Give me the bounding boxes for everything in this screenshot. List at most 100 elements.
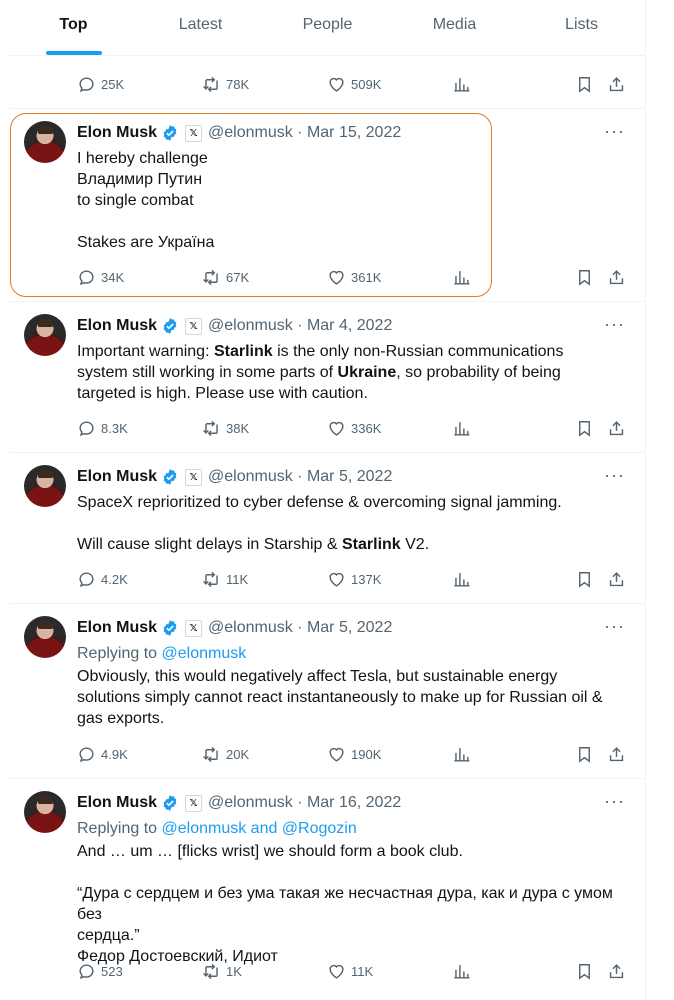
- replying-to-link[interactable]: @elonmusk: [162, 645, 247, 662]
- bookmark-icon: [575, 745, 594, 764]
- repost-button[interactable]: 78K: [202, 75, 249, 94]
- author-name[interactable]: Elon Musk: [77, 124, 157, 142]
- tweet-text: I hereby challenge Владимир Путин to sin…: [77, 148, 631, 253]
- share-button[interactable]: [607, 268, 626, 287]
- bookmark-button[interactable]: [575, 419, 594, 438]
- replying-to-label: Replying to: [77, 820, 162, 837]
- reply-button[interactable]: 4.2K: [77, 570, 128, 589]
- views-button[interactable]: [452, 75, 471, 94]
- author-name[interactable]: Elon Musk: [77, 794, 157, 812]
- views-button[interactable]: [452, 419, 471, 438]
- tab-lists[interactable]: Lists: [518, 0, 645, 55]
- tweet-text-line: Владимир Путин: [77, 171, 203, 188]
- author-name[interactable]: Elon Musk: [77, 468, 157, 486]
- reply-button[interactable]: 34K: [77, 268, 124, 287]
- tweet[interactable]: Elon Musk 𝕏 @elonmusk · Mar 5, 2022 ··· …: [10, 604, 645, 779]
- like-button[interactable]: 11K: [327, 962, 373, 981]
- views-button[interactable]: [452, 962, 471, 981]
- tweet-date[interactable]: Mar 16, 2022: [307, 794, 401, 811]
- tweet-text-line: Stakes are Україна: [77, 234, 215, 251]
- avatar[interactable]: [24, 314, 66, 356]
- avatar[interactable]: [24, 121, 66, 163]
- x-affiliation-icon[interactable]: 𝕏: [185, 619, 203, 637]
- author-handle[interactable]: @elonmusk: [208, 317, 293, 334]
- tweet-previous[interactable]: 25K 78K 509K: [10, 56, 645, 109]
- tab-top[interactable]: Top: [10, 0, 137, 55]
- tweet-text-line: system still working in some parts of Uk…: [77, 362, 631, 383]
- x-affiliation-icon[interactable]: 𝕏: [185, 468, 203, 486]
- tab-latest[interactable]: Latest: [137, 0, 264, 55]
- like-button[interactable]: 361K: [327, 268, 381, 287]
- heart-icon: [327, 570, 346, 589]
- search-tabs: Top Latest People Media Lists: [10, 0, 645, 56]
- replying-to-label: Replying to: [77, 645, 162, 662]
- tweet[interactable]: Elon Musk 𝕏 @elonmusk · Mar 15, 2022 ···…: [10, 109, 645, 302]
- verified-badge-icon: [161, 124, 179, 142]
- bookmark-button[interactable]: [575, 745, 594, 764]
- repost-count: 1K: [226, 963, 242, 979]
- tweet[interactable]: Elon Musk 𝕏 @elonmusk · Mar 16, 2022 ···…: [10, 779, 645, 1000]
- repost-button[interactable]: 20K: [202, 745, 249, 764]
- repost-button[interactable]: 38K: [202, 419, 249, 438]
- views-button[interactable]: [452, 268, 471, 287]
- tweet-date[interactable]: Mar 4, 2022: [307, 317, 392, 334]
- like-button[interactable]: 137K: [327, 570, 381, 589]
- author-handle[interactable]: @elonmusk: [208, 794, 293, 811]
- share-button[interactable]: [607, 745, 626, 764]
- share-button[interactable]: [607, 419, 626, 438]
- tweet-header: Elon Musk 𝕏 @elonmusk · Mar 15, 2022: [77, 123, 631, 143]
- views-button[interactable]: [452, 570, 471, 589]
- bookmark-button[interactable]: [575, 268, 594, 287]
- share-button[interactable]: [607, 962, 626, 981]
- author-name[interactable]: Elon Musk: [77, 619, 157, 637]
- x-affiliation-icon[interactable]: 𝕏: [185, 317, 203, 335]
- views-button[interactable]: [452, 745, 471, 764]
- verified-badge-icon: [161, 794, 179, 812]
- bookmark-button[interactable]: [575, 962, 594, 981]
- more-options-icon[interactable]: ···: [604, 315, 625, 333]
- reply-button[interactable]: 523: [77, 962, 123, 981]
- tweet-text: Obviously, this would negatively affect …: [77, 666, 631, 729]
- repost-button[interactable]: 1K: [202, 962, 242, 981]
- tweet-meta: @elonmusk · Mar 16, 2022: [208, 794, 402, 811]
- reply-button[interactable]: 8.3K: [77, 419, 128, 438]
- tweet-date[interactable]: Mar 5, 2022: [307, 619, 392, 636]
- tweet[interactable]: Elon Musk 𝕏 @elonmusk · Mar 4, 2022 ··· …: [10, 302, 645, 453]
- author-handle[interactable]: @elonmusk: [208, 124, 293, 141]
- bookmark-button[interactable]: [575, 570, 594, 589]
- tweet[interactable]: Elon Musk 𝕏 @elonmusk · Mar 5, 2022 ··· …: [10, 453, 645, 604]
- more-options-icon[interactable]: ···: [604, 466, 625, 484]
- like-button[interactable]: 336K: [327, 419, 381, 438]
- x-affiliation-icon[interactable]: 𝕏: [185, 794, 203, 812]
- author-handle[interactable]: @elonmusk: [208, 619, 293, 636]
- avatar[interactable]: [24, 791, 66, 833]
- text-bold-segment: Starlink: [213, 343, 273, 360]
- like-button[interactable]: 190K: [327, 745, 381, 764]
- tweet-date[interactable]: Mar 5, 2022: [307, 468, 392, 485]
- avatar[interactable]: [24, 465, 66, 507]
- x-affiliation-icon[interactable]: 𝕏: [185, 124, 203, 142]
- reply-button[interactable]: 25K: [77, 75, 124, 94]
- tab-media[interactable]: Media: [391, 0, 518, 55]
- reply-button[interactable]: 4.9K: [77, 745, 128, 764]
- tab-top-label: Top: [59, 15, 88, 33]
- tweet-text: SpaceX reprioritized to cyber defense & …: [77, 492, 631, 555]
- bookmark-button[interactable]: [575, 75, 594, 94]
- tab-people[interactable]: People: [264, 0, 391, 55]
- author-handle[interactable]: @elonmusk: [208, 468, 293, 485]
- tweet-header: Elon Musk 𝕏 @elonmusk · Mar 16, 2022: [77, 793, 631, 813]
- text-segment: , so probability of being: [396, 364, 561, 381]
- replying-to-link[interactable]: @elonmusk and @Rogozin: [162, 820, 357, 837]
- more-options-icon[interactable]: ···: [604, 792, 625, 810]
- more-options-icon[interactable]: ···: [604, 617, 625, 635]
- share-button[interactable]: [607, 570, 626, 589]
- share-button[interactable]: [607, 75, 626, 94]
- repost-button[interactable]: 67K: [202, 268, 249, 287]
- avatar[interactable]: [24, 616, 66, 658]
- reply-icon: [77, 419, 96, 438]
- more-options-icon[interactable]: ···: [604, 122, 625, 140]
- repost-button[interactable]: 11K: [202, 570, 248, 589]
- tweet-date[interactable]: Mar 15, 2022: [307, 124, 401, 141]
- like-button[interactable]: 509K: [327, 75, 381, 94]
- author-name[interactable]: Elon Musk: [77, 317, 157, 335]
